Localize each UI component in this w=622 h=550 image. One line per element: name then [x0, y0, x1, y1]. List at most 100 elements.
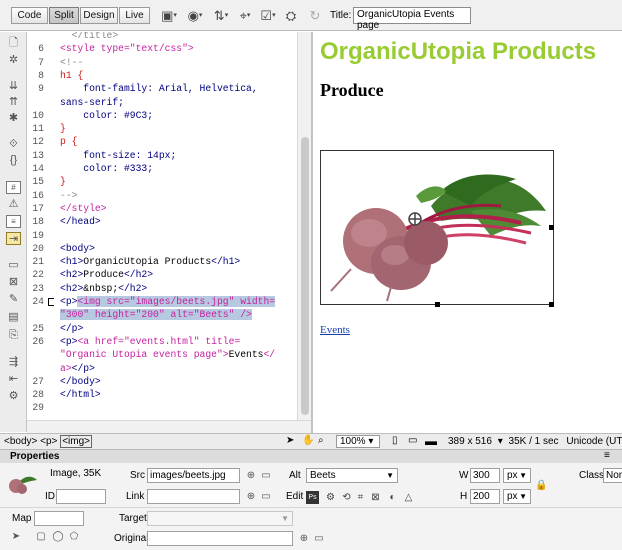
crop-icon[interactable]: ⌗: [354, 491, 367, 504]
tag-img[interactable]: <img>: [60, 435, 92, 448]
code-line[interactable]: <style type="text/css">: [60, 43, 194, 54]
panel-menu-icon[interactable]: ≡: [604, 450, 610, 461]
produce-heading[interactable]: Produce: [320, 80, 384, 101]
live-view-button[interactable]: Live: [119, 7, 150, 24]
code-view-panel[interactable]: </title> 6 <style type="text/css"> 7 <!-- 8 h1…: [27, 32, 297, 420]
code-line[interactable]: color: #9C3;: [60, 110, 153, 121]
target-select[interactable]: ▼: [147, 511, 293, 526]
code-line[interactable]: h1 {: [60, 70, 83, 81]
outdent-code-icon[interactable]: ⇤: [6, 373, 21, 386]
code-view-button[interactable]: Code: [11, 7, 48, 24]
code-line[interactable]: sans-serif;: [60, 97, 124, 108]
update-from-original-icon[interactable]: ⟲: [340, 491, 353, 504]
class-select[interactable]: Nor: [603, 468, 622, 483]
indent-code-icon[interactable]: ⇶: [6, 356, 21, 369]
width-input[interactable]: 300: [470, 468, 500, 483]
alt-select[interactable]: Beets ▼: [306, 468, 398, 483]
height-input[interactable]: 200: [470, 489, 500, 504]
resample-icon[interactable]: ⊠: [369, 491, 382, 504]
properties-panel-header[interactable]: Properties ≡: [0, 449, 622, 463]
width-unit-select[interactable]: px ▼: [503, 468, 531, 483]
code-fold-marker[interactable]: [48, 298, 54, 306]
line-numbers-icon[interactable]: #: [6, 181, 21, 194]
tag-p[interactable]: <p>: [40, 436, 57, 447]
events-link[interactable]: Events: [320, 324, 350, 336]
wrap-tag-icon[interactable]: ✎: [6, 293, 21, 306]
code-line[interactable]: </p>: [60, 323, 83, 334]
polygon-hotspot-icon[interactable]: ⬠: [68, 531, 80, 543]
point-to-file-icon[interactable]: ⊕: [245, 491, 257, 503]
photoshop-icon[interactable]: Ps: [306, 491, 319, 504]
code-line[interactable]: <!--: [60, 57, 83, 68]
collapse-selection-icon[interactable]: ⇈: [6, 96, 21, 109]
code-line[interactable]: <h1>OrganicUtopia Products</h1>: [60, 256, 240, 267]
chevron-down-icon[interactable]: ▾: [498, 436, 503, 447]
code-line[interactable]: }: [60, 176, 66, 187]
code-line[interactable]: </body>: [60, 376, 101, 387]
scroll-thumb[interactable]: [301, 137, 309, 415]
original-input[interactable]: [147, 531, 293, 546]
code-line[interactable]: font-family: Arial, Helvetica,: [60, 83, 257, 94]
inspect-icon[interactable]: ⛭: [282, 7, 300, 24]
select-tool-icon[interactable]: ➤: [286, 435, 294, 446]
code-line[interactable]: }: [60, 123, 66, 134]
select-parent-tag-icon[interactable]: ⟐: [6, 138, 21, 151]
sharpen-icon[interactable]: △: [402, 491, 415, 504]
height-unit-select[interactable]: px ▼: [503, 489, 531, 504]
balance-braces-icon[interactable]: {}: [6, 154, 21, 167]
split-view-button[interactable]: Split: [49, 7, 79, 24]
check-browser-icon[interactable]: ☑▾: [259, 7, 277, 24]
beets-image[interactable]: [320, 150, 554, 305]
code-line[interactable]: p {: [60, 136, 77, 147]
visual-aids-icon[interactable]: ⌖▾: [236, 7, 254, 24]
code-line[interactable]: <body>: [60, 243, 95, 254]
code-line[interactable]: <p><a href="events.html" title=: [60, 336, 240, 347]
code-vertical-scrollbar[interactable]: [297, 32, 311, 420]
hand-tool-icon[interactable]: ✋: [302, 435, 314, 446]
desktop-size-icon[interactable]: ▬: [425, 434, 437, 448]
tablet-size-icon[interactable]: ▭: [408, 435, 417, 446]
show-code-navigator-icon[interactable]: ✲: [6, 54, 21, 67]
remove-comment-icon[interactable]: ⊠: [6, 276, 21, 289]
brightness-contrast-icon[interactable]: ◐: [386, 491, 399, 504]
auto-indent-icon[interactable]: ⇥: [6, 232, 21, 245]
tag-body[interactable]: <body>: [4, 436, 37, 447]
browse-folder-icon[interactable]: ▭: [260, 491, 272, 503]
browse-folder-icon[interactable]: ▭: [313, 533, 325, 545]
code-line[interactable]: "Organic Utopia events page">Events</: [60, 349, 275, 360]
code-line[interactable]: </html>: [60, 389, 101, 400]
zoom-tool-icon[interactable]: ⌕: [318, 435, 324, 446]
point-to-file-icon[interactable]: ⊕: [298, 533, 310, 545]
circle-hotspot-icon[interactable]: ◯: [52, 531, 64, 543]
code-line[interactable]: <p><img src="images/beets.jpg" width=: [60, 296, 276, 307]
resize-handle-corner[interactable]: [549, 302, 554, 307]
resize-handle-right[interactable]: [549, 225, 554, 230]
document-title-input[interactable]: OrganicUtopia Events page: [353, 7, 471, 31]
design-view-button[interactable]: Design: [80, 7, 118, 24]
code-line[interactable]: </style>: [60, 203, 107, 214]
highlight-invalid-code-icon[interactable]: ⚠: [6, 198, 21, 211]
page-heading[interactable]: OrganicUtopia Products: [320, 38, 596, 66]
design-view-panel[interactable]: OrganicUtopia Products Produce Events: [313, 32, 622, 433]
apply-comment-icon[interactable]: ▭: [6, 259, 21, 272]
rectangle-hotspot-icon[interactable]: ▢: [35, 531, 47, 543]
pointer-hotspot-icon[interactable]: ➤: [10, 531, 22, 543]
point-to-file-icon[interactable]: ⊕: [245, 470, 257, 482]
format-source-code-icon[interactable]: ⚙: [6, 390, 21, 403]
code-line[interactable]: font-size: 14px;: [60, 150, 176, 161]
code-horizontal-scrollbar[interactable]: [27, 420, 311, 433]
move-css-icon[interactable]: ⎘: [6, 329, 21, 342]
zoom-select[interactable]: 100% ▾: [336, 435, 380, 448]
code-line[interactable]: </title>: [60, 32, 119, 41]
recent-snippets-icon[interactable]: ▤: [6, 311, 21, 324]
refresh-icon[interactable]: ↻: [306, 7, 324, 24]
map-input[interactable]: [34, 511, 84, 526]
code-line[interactable]: <h2>&nbsp;</h2>: [60, 283, 147, 294]
lock-icon[interactable]: 🔒: [535, 480, 547, 492]
edit-image-settings-icon[interactable]: ⚙: [324, 491, 337, 504]
open-documents-icon[interactable]: 🗋: [6, 37, 21, 50]
code-line[interactable]: <h2>Produce</h2>: [60, 269, 153, 280]
multiscreen-icon[interactable]: ▣▾: [160, 7, 178, 24]
code-line[interactable]: "300" height="200" alt="Beets" />: [60, 309, 252, 321]
file-management-icon[interactable]: ⇅▾: [212, 7, 230, 24]
